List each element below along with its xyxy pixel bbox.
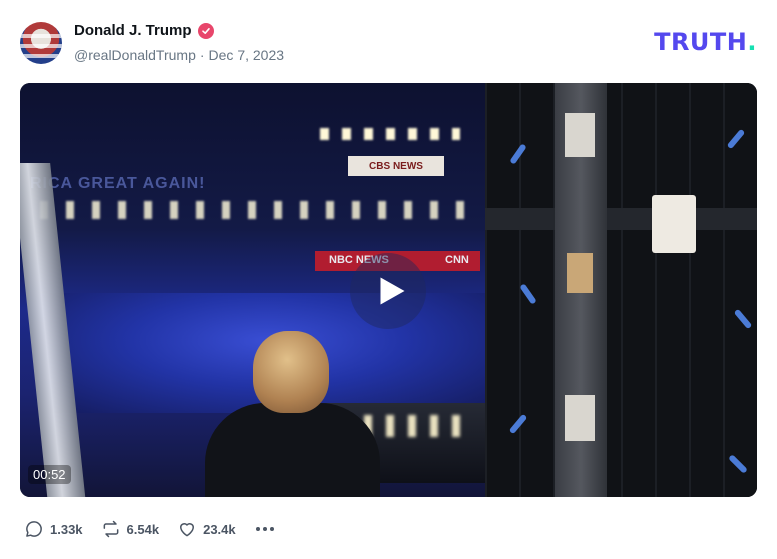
- avatar[interactable]: [20, 22, 62, 64]
- more-options-icon[interactable]: [255, 527, 274, 531]
- horizontal-beam: [485, 208, 757, 230]
- cable: [509, 143, 527, 165]
- author-handle[interactable]: @realDonaldTrump: [74, 47, 196, 63]
- pillar: [555, 83, 607, 497]
- cable: [508, 413, 528, 435]
- post-date[interactable]: Dec 7, 2023: [209, 47, 285, 63]
- meta-separator: ·: [199, 47, 205, 63]
- logo-text: TRUTH: [654, 28, 748, 56]
- pillar-label: [565, 395, 595, 441]
- person-body: [205, 403, 380, 497]
- post-header: Donald J. Trump @realDonaldTrump · Dec 7…: [20, 20, 757, 66]
- reply-button[interactable]: 1.33k: [24, 519, 83, 539]
- verified-badge-icon: [197, 22, 214, 39]
- post-actions: 1.33k 6.54k 23.4k: [24, 516, 274, 542]
- like-count: 23.4k: [203, 521, 236, 537]
- retruth-button[interactable]: 6.54k: [101, 519, 160, 539]
- arena-lights: [40, 201, 480, 219]
- person-head: [253, 331, 329, 413]
- cnn-label: CNN: [445, 254, 469, 266]
- like-button[interactable]: 23.4k: [177, 519, 236, 539]
- comment-icon: [26, 521, 42, 537]
- retruth-count: 6.54k: [126, 521, 160, 537]
- play-icon: [380, 277, 405, 305]
- reply-count: 1.33k: [50, 521, 83, 537]
- video-duration: 00:52: [28, 465, 71, 484]
- arena-banner: RICA GREAT AGAIN!: [30, 175, 206, 192]
- logo-dot: .: [747, 28, 757, 56]
- video-player[interactable]: RICA GREAT AGAIN! CBS NEWS NBC NEWS CNN …: [20, 83, 757, 497]
- video-scene-backstage: [485, 83, 757, 497]
- heart-icon: [180, 523, 195, 537]
- author-row: Donald J. Trump: [74, 22, 214, 39]
- post-meta: @realDonaldTrump · Dec 7, 2023: [74, 47, 284, 63]
- retruth-icon: [103, 520, 118, 538]
- pillar-label: [567, 253, 593, 293]
- truth-logo[interactable]: TRUTH.: [654, 28, 757, 56]
- cable: [519, 283, 537, 305]
- cable: [733, 308, 753, 330]
- cable: [726, 128, 746, 150]
- ceiling-lights: [320, 128, 460, 140]
- pillar-label: [565, 113, 595, 157]
- mount-plate: [652, 195, 696, 253]
- author-name[interactable]: Donald J. Trump: [74, 22, 192, 39]
- cable: [728, 454, 748, 474]
- play-button[interactable]: [350, 253, 426, 329]
- cbs-sign: CBS NEWS: [348, 156, 444, 176]
